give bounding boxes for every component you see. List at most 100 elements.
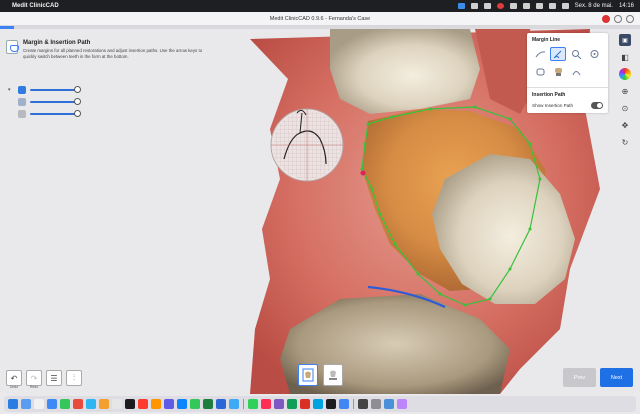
insertion-path-section: Insertion Path Show Insertion Path bbox=[527, 88, 608, 113]
other-opacity-slider[interactable] bbox=[30, 110, 81, 117]
menu-icon[interactable] bbox=[626, 15, 634, 23]
step-header: Margin & Insertion Path Create margins f… bbox=[6, 40, 211, 60]
pan-icon[interactable]: ✥ bbox=[619, 119, 631, 131]
slider-row-other bbox=[8, 108, 81, 120]
tray-record-icon[interactable] bbox=[496, 3, 504, 9]
margin-cursor-point[interactable] bbox=[360, 170, 366, 176]
dock-app-icon[interactable] bbox=[8, 399, 18, 409]
record-icon[interactable] bbox=[602, 15, 610, 23]
tray-pen-icon[interactable] bbox=[470, 3, 478, 9]
history-icon[interactable] bbox=[614, 15, 622, 23]
prev-button[interactable]: Prev bbox=[563, 368, 596, 387]
dock-app-icon[interactable] bbox=[248, 399, 258, 409]
margin-line-section: Margin Line bbox=[527, 33, 608, 87]
battery-icon[interactable] bbox=[535, 3, 543, 9]
search-icon[interactable] bbox=[548, 3, 556, 9]
menubar-time[interactable]: 14:16 bbox=[619, 3, 634, 9]
show-insertion-path-toggle[interactable] bbox=[591, 102, 603, 109]
dock-app-icon[interactable] bbox=[86, 399, 96, 409]
zoom-in-icon[interactable]: ⊕ bbox=[619, 85, 631, 97]
step-description: Create margins for all planned restorati… bbox=[23, 48, 203, 59]
cross-section-magnifier[interactable] bbox=[270, 108, 344, 182]
dock-app-icon[interactable] bbox=[125, 399, 135, 409]
dock-app-icon[interactable] bbox=[358, 399, 368, 409]
dock-app-icon[interactable] bbox=[21, 399, 31, 409]
antagonist-opacity-slider[interactable] bbox=[30, 98, 81, 105]
draw-margin-button[interactable] bbox=[550, 47, 567, 61]
settings-sliders-button[interactable]: ⫶ bbox=[66, 370, 82, 386]
tooth-selector-item[interactable] bbox=[323, 364, 343, 386]
next-button[interactable]: Next bbox=[600, 368, 633, 387]
macos-menubar: Medit ClinicCAD Sex. 8 de mai. 14:16 bbox=[0, 0, 640, 12]
window-title: Medit ClinicCAD 0.9.6 - Fernanda's Case bbox=[269, 15, 371, 22]
dock-app-icon[interactable] bbox=[339, 399, 349, 409]
menubar-date[interactable]: Sex. 8 de mai. bbox=[575, 3, 613, 9]
control-center-icon[interactable] bbox=[561, 3, 569, 9]
edit-margin-button[interactable] bbox=[532, 65, 548, 79]
rotate-icon[interactable]: ↻ bbox=[619, 136, 631, 148]
chevron-down-icon[interactable]: ▾ bbox=[8, 87, 18, 93]
redo-button[interactable]: ↷ bbox=[26, 370, 42, 386]
auto-detect-margin-button[interactable] bbox=[532, 47, 548, 61]
dock-app-icon[interactable] bbox=[274, 399, 284, 409]
color-wheel-icon[interactable] bbox=[619, 68, 631, 80]
dock-app-icon[interactable] bbox=[60, 399, 70, 409]
dock-app-icon[interactable] bbox=[371, 399, 381, 409]
dock-app-icon[interactable] bbox=[177, 399, 187, 409]
dock-app-icon[interactable] bbox=[300, 399, 310, 409]
slider-knob[interactable] bbox=[74, 98, 81, 105]
dock-app-icon[interactable] bbox=[397, 399, 407, 409]
margin-tool-row-2 bbox=[532, 65, 603, 79]
step-info-panel: Margin & Insertion Path Create margins f… bbox=[6, 40, 211, 60]
dock-app-icon[interactable] bbox=[287, 399, 297, 409]
dock-app-icon[interactable] bbox=[190, 399, 200, 409]
history-tools: ↶ ↷ ☰ ⫶ bbox=[6, 370, 82, 386]
margin-tools-panel: Margin Line Insertion Path Show Insertio… bbox=[527, 33, 608, 113]
dock-app-icon[interactable] bbox=[164, 399, 174, 409]
scan-data-icon[interactable] bbox=[18, 86, 26, 94]
dock-app-icon[interactable] bbox=[229, 399, 239, 409]
dock-app-icon[interactable] bbox=[151, 399, 161, 409]
target-margin-button[interactable] bbox=[587, 47, 603, 61]
wifi-icon[interactable] bbox=[522, 3, 530, 9]
dock-separator bbox=[353, 399, 354, 409]
slider-knob[interactable] bbox=[74, 86, 81, 93]
undo-button[interactable]: ↶ bbox=[6, 370, 22, 386]
dock-app-icon[interactable] bbox=[99, 399, 109, 409]
dock-app-icon[interactable] bbox=[326, 399, 336, 409]
dock-app-icon[interactable] bbox=[138, 399, 148, 409]
dock-app-icon[interactable] bbox=[73, 399, 83, 409]
dock-app-icon[interactable] bbox=[261, 399, 271, 409]
dock-app-icon[interactable] bbox=[203, 399, 213, 409]
cross-section-button[interactable] bbox=[569, 65, 585, 79]
other-model-icon[interactable] bbox=[18, 110, 26, 118]
target-icon bbox=[590, 50, 599, 58]
view-cube-icon[interactable]: ▣ bbox=[619, 34, 631, 46]
menubar-app-name[interactable]: Medit ClinicCAD bbox=[12, 3, 59, 9]
slider-knob[interactable] bbox=[74, 110, 81, 117]
margin-line-title: Margin Line bbox=[532, 37, 561, 43]
dock-app-icon[interactable] bbox=[34, 399, 44, 409]
antagonist-icon[interactable] bbox=[18, 98, 26, 106]
menubar-status-area: Sex. 8 de mai. 14:16 bbox=[457, 3, 634, 9]
dock-app-icon[interactable] bbox=[313, 399, 323, 409]
dock-app-icon[interactable] bbox=[216, 399, 226, 409]
window-titlebar: Medit ClinicCAD 0.9.6 - Fernanda's Case bbox=[0, 12, 640, 26]
dock-app-icon[interactable] bbox=[47, 399, 57, 409]
dock-app-icon[interactable] bbox=[112, 399, 122, 409]
search-margin-button[interactable] bbox=[569, 47, 585, 61]
crown-icon bbox=[554, 68, 562, 76]
scan-opacity-slider[interactable] bbox=[30, 86, 81, 93]
zoom-fit-icon[interactable]: ⊙ bbox=[619, 102, 631, 114]
tooth-selector-item[interactable] bbox=[298, 364, 318, 386]
tray-pause-icon[interactable] bbox=[509, 3, 517, 9]
layers-icon[interactable]: ◧ bbox=[619, 51, 631, 63]
titlebar-controls bbox=[602, 15, 634, 23]
undo-label: Undo bbox=[9, 385, 19, 389]
tray-app-icon[interactable] bbox=[457, 3, 465, 9]
view-toolbar: ▣ ◧ ⊕ ⊙ ✥ ↻ bbox=[616, 34, 634, 148]
tray-window-icon[interactable] bbox=[483, 3, 491, 9]
dock-app-icon[interactable] bbox=[384, 399, 394, 409]
tooth-crown-button[interactable] bbox=[550, 65, 566, 79]
align-button[interactable]: ☰ bbox=[46, 370, 62, 386]
